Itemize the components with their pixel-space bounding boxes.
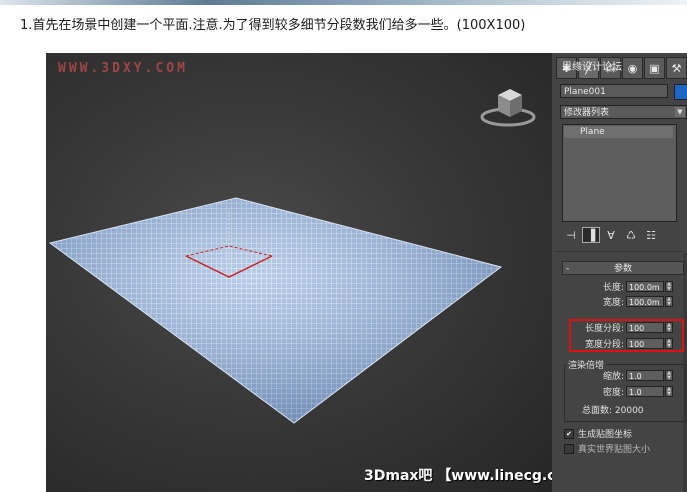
command-panel: ✱ ╱ ⁂ ◉ ▣ ⚒ 思缘设计论坛 Plane001 修改器列表 ▼ Plan… <box>552 53 687 492</box>
tutorial-caption: 1.首先在场景中创建一个平面.注意.为了得到较多细节分段数我们给多一些。(100… <box>20 18 526 33</box>
spinner-icon[interactable]: ▲ ▼ <box>665 386 673 397</box>
spinner-icon[interactable]: ▲ ▼ <box>665 281 673 292</box>
checkbox-label: 真实世界贴图大小 <box>578 445 651 455</box>
stack-item-plane[interactable]: Plane <box>564 126 673 138</box>
perspective-viewport[interactable]: WWW.3DXY.COM 3Dmax吧 【www.linecg.com/tieb… <box>46 53 552 492</box>
scale-input[interactable]: 1.0 <box>626 370 664 381</box>
object-color-swatch[interactable] <box>674 84 687 100</box>
checkbox-label: 生成贴图坐标 <box>578 430 633 440</box>
object-name-field[interactable]: Plane001 <box>560 84 668 98</box>
param-row-scale: 缩放: 1.0 ▲ ▼ <box>566 369 673 382</box>
param-label: 宽度: <box>602 298 624 308</box>
chevron-down-icon: ▼ <box>675 107 685 117</box>
max-screenshot: WWW.3DXY.COM 3Dmax吧 【www.linecg.com/tieb… <box>46 53 687 492</box>
param-row-length: 长度: 100.0m ▲ ▼ <box>566 280 673 293</box>
gen-mapping-coords-checkbox[interactable]: ✔ 生成贴图坐标 <box>564 427 632 440</box>
spinner-icon[interactable]: ▲ ▼ <box>665 296 673 307</box>
param-label: 密度: <box>602 388 624 398</box>
remove-modifier-icon[interactable]: ♺ <box>622 227 640 243</box>
real-world-map-size-checkbox[interactable]: 真实世界贴图大小 <box>564 442 650 455</box>
rollout-title: 参数 <box>613 264 632 274</box>
make-unique-icon[interactable]: ∀ <box>602 227 620 243</box>
display-tab-icon[interactable]: ▣ <box>644 57 665 79</box>
checkbox-unchecked-icon <box>564 443 574 454</box>
checkbox-checked-icon: ✔ <box>564 428 574 439</box>
density-input[interactable]: 1.0 <box>626 386 664 397</box>
divider <box>556 251 683 252</box>
viewcube-icon[interactable] <box>480 83 536 127</box>
highlight-box <box>569 319 684 352</box>
param-row-density: 密度: 1.0 ▲ ▼ <box>566 385 673 398</box>
modifier-list-label: 修改器列表 <box>564 108 610 118</box>
modifier-stack: Plane <box>562 124 677 222</box>
plane-mesh <box>48 197 503 424</box>
total-faces: 总面数: 20000 <box>582 406 644 416</box>
spinner-icon[interactable]: ▲ ▼ <box>665 370 673 381</box>
show-end-result-icon[interactable]: ▐ <box>582 227 600 243</box>
param-row-width: 宽度: 100.0m ▲ ▼ <box>566 295 673 308</box>
pin-stack-icon[interactable]: ⊣ <box>562 227 580 243</box>
motion-tab-icon[interactable]: ◉ <box>622 57 643 79</box>
collapse-icon: - <box>566 264 570 274</box>
watermark-bottom: 3Dmax吧 【www.linecg.com/tieba/1771】 <box>364 468 552 484</box>
width-input[interactable]: 100.0m <box>626 296 664 307</box>
utilities-tab-icon[interactable]: ⚒ <box>666 57 687 79</box>
parameters-rollout-header[interactable]: - 参数 <box>562 261 684 275</box>
watermark-panel: 思缘设计论坛 <box>562 62 622 73</box>
param-label: 缩放: <box>602 372 624 382</box>
stack-toolbar: ⊣ ▐ ∀ ♺ ☷ <box>562 226 687 244</box>
modifier-list-dropdown[interactable]: 修改器列表 ▼ <box>560 105 687 119</box>
watermark-top: WWW.3DXY.COM <box>58 61 188 76</box>
configure-sets-icon[interactable]: ☷ <box>642 227 660 243</box>
param-label: 长度: <box>602 283 624 293</box>
length-input[interactable]: 100.0m <box>626 281 664 292</box>
top-banner-strip <box>0 0 687 5</box>
